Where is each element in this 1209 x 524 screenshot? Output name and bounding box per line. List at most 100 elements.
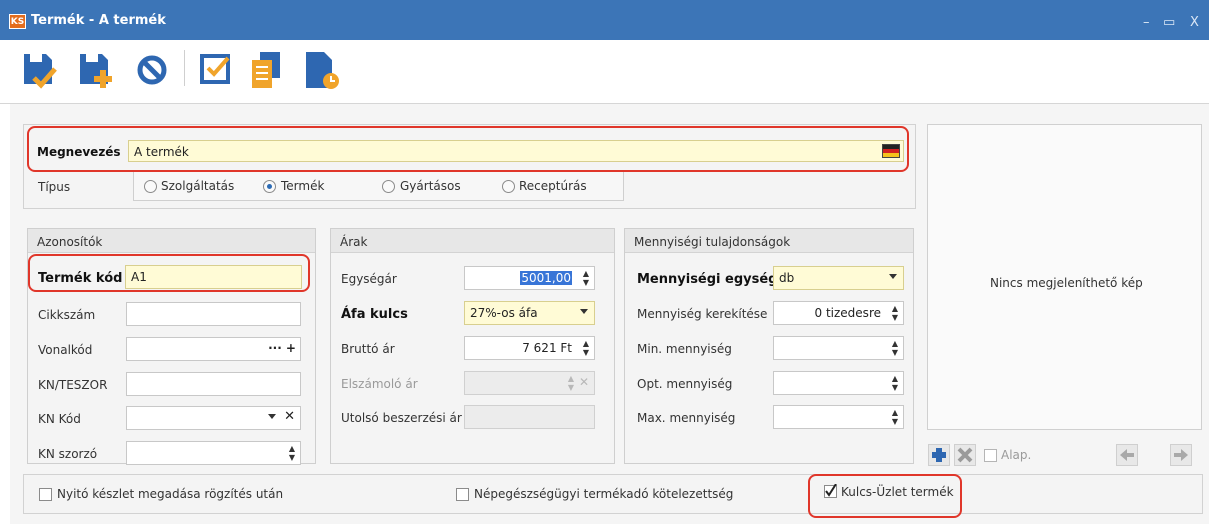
gross-price-input[interactable]: 7 621 Ft ▲ ▼: [464, 336, 595, 360]
window-title-bar: KS Termék - A termék – ▭ X: [0, 0, 1209, 40]
vat-label: Áfa kulcs: [341, 307, 408, 322]
min-quantity-label: Min. mennyiség: [637, 342, 732, 356]
type-label: Típus: [38, 180, 71, 194]
app-logo: KS: [9, 14, 26, 29]
barcode-actions[interactable]: ··· +: [268, 341, 296, 355]
document-clock-icon: [306, 52, 339, 89]
checklist-icon: [200, 54, 230, 84]
cancel-button[interactable]: [136, 48, 176, 92]
radio-label-szolgaltatas: Szolgáltatás: [161, 179, 235, 193]
public-health-tax-label: Népegészségügyi termékadó kötelezettség: [474, 487, 734, 501]
barcode-label: Vonalkód: [38, 343, 93, 357]
prices-header: Árak: [331, 229, 614, 253]
maximize-button[interactable]: ▭: [1163, 15, 1175, 30]
save-new-button[interactable]: [76, 48, 116, 92]
unit-price-input[interactable]: 5001,00 ▲ ▼: [464, 266, 595, 290]
type-radio-group: Szolgáltatás Termék Gyártásos Receptúrás: [133, 171, 624, 201]
spinner-icon[interactable]: ▲ ▼: [890, 339, 900, 357]
barcode-input[interactable]: ··· +: [126, 337, 301, 361]
opening-stock-checkbox[interactable]: [39, 488, 52, 501]
minimize-button[interactable]: –: [1143, 15, 1150, 30]
copy-button[interactable]: [248, 48, 288, 92]
min-quantity-input[interactable]: ▲ ▼: [773, 336, 904, 360]
kn-code-dropdown[interactable]: ✕: [126, 406, 301, 430]
opt-quantity-label: Opt. mennyiség: [637, 377, 733, 391]
save-add-icon: [80, 54, 112, 88]
radio-recepturas[interactable]: [502, 180, 515, 193]
opening-stock-label: Nyitó készlet megadása rögzítés után: [57, 487, 284, 501]
kn-code-label: KN Kód: [38, 412, 81, 426]
unit-price-value: 5001,00: [520, 271, 572, 285]
no-image-text: Nincs megjeleníthető kép: [990, 276, 1143, 290]
main-area: Megnevezés A termék Típus Szolgáltatás T…: [10, 104, 1209, 524]
spinner-icon[interactable]: ▲ ▼: [287, 444, 297, 462]
spinner-icon[interactable]: ▲ ▼: [890, 408, 900, 426]
unit-price-label: Egységár: [341, 272, 397, 286]
quantity-rounding-label: Mennyiség kerekítése: [637, 307, 768, 321]
toolbar-separator: [184, 50, 185, 86]
close-button[interactable]: X: [1190, 15, 1199, 30]
footer-options-panel: Nyitó készlet megadása rögzítés után Nép…: [23, 474, 1203, 514]
clear-icon: ✕: [578, 375, 589, 389]
spinner-icon: ▲ ▼: [567, 374, 574, 392]
copy-document-icon: [252, 52, 280, 88]
article-number-label: Cikkszám: [38, 308, 96, 322]
last-purchase-price-label: Utolsó beszerzési ár: [341, 411, 462, 425]
max-quantity-input[interactable]: ▲ ▼: [773, 405, 904, 429]
kn-multiplier-label: KN szorzó: [38, 447, 98, 461]
gross-price-label: Bruttó ár: [341, 342, 395, 356]
radio-gyartasos[interactable]: [382, 180, 395, 193]
next-image-button[interactable]: [1170, 444, 1192, 466]
radio-label-gyartasos: Gyártásos: [400, 179, 461, 193]
save-close-button[interactable]: [20, 48, 60, 92]
article-number-input[interactable]: [126, 302, 301, 326]
clear-icon[interactable]: ✕: [284, 409, 295, 424]
quantity-unit-value: db: [779, 271, 795, 285]
vat-dropdown[interactable]: 27%-os áfa: [464, 301, 595, 325]
arrow-right-icon: [1174, 449, 1188, 461]
spinner-icon[interactable]: ▲ ▼: [581, 339, 591, 357]
delete-image-button[interactable]: [954, 444, 976, 466]
kn-teszor-input[interactable]: [126, 372, 301, 396]
history-button[interactable]: [302, 48, 342, 92]
chevron-down-icon[interactable]: [889, 274, 897, 279]
toolbar: [0, 40, 1209, 104]
settlement-price-input: ▲ ▼ ✕: [464, 371, 595, 395]
kn-multiplier-input[interactable]: ▲ ▼: [126, 441, 301, 465]
product-code-highlight: [28, 254, 310, 292]
window-title: Termék - A termék: [31, 13, 166, 28]
radio-termek[interactable]: [263, 180, 276, 193]
delete-icon: [957, 447, 973, 463]
prev-image-button[interactable]: [1116, 444, 1138, 466]
check-button[interactable]: [198, 48, 238, 92]
chevron-down-icon[interactable]: [268, 414, 276, 419]
public-health-tax-checkbox[interactable]: [456, 488, 469, 501]
gross-price-value: 7 621 Ft: [522, 341, 572, 355]
chevron-down-icon[interactable]: [580, 309, 588, 314]
spinner-icon[interactable]: ▲ ▼: [890, 304, 900, 322]
quantity-group: Mennyiségi tulajdonságok Mennyiségi egys…: [624, 228, 914, 464]
settlement-price-label: Elszámoló ár: [341, 377, 418, 391]
name-highlight: [27, 126, 909, 172]
radio-szolgaltatas[interactable]: [144, 180, 157, 193]
max-quantity-label: Max. mennyiség: [637, 411, 736, 425]
plus-icon: [932, 448, 946, 462]
quantity-unit-dropdown[interactable]: db: [773, 266, 904, 290]
spinner-icon[interactable]: ▲ ▼: [890, 374, 900, 392]
quantity-rounding-input[interactable]: 0 tizedesre ▲ ▼: [773, 301, 904, 325]
quantity-header: Mennyiségi tulajdonságok: [625, 229, 913, 253]
opt-quantity-input[interactable]: ▲ ▼: [773, 371, 904, 395]
arrow-left-icon: [1120, 449, 1134, 461]
radio-label-termek: Termék: [281, 179, 325, 193]
spinner-icon[interactable]: ▲ ▼: [581, 269, 591, 287]
cancel-icon: [137, 55, 167, 85]
image-panel: Nincs megjeleníthető kép: [927, 124, 1202, 430]
last-purchase-price-input: [464, 405, 595, 429]
quantity-rounding-value: 0 tizedesre: [814, 306, 881, 320]
identifiers-header: Azonosítók: [28, 229, 315, 253]
kn-teszor-label: KN/TESZOR: [38, 378, 108, 392]
add-image-button[interactable]: [928, 444, 950, 466]
default-image-checkbox[interactable]: [984, 449, 997, 462]
radio-label-recepturas: Receptúrás: [519, 179, 587, 193]
prices-group: Árak Egységár 5001,00 ▲ ▼ Áfa kulcs 27%-o…: [330, 228, 615, 464]
